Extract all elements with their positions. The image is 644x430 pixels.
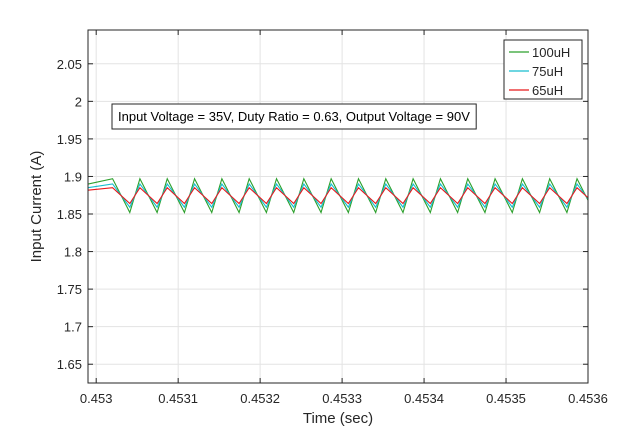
x-axis-label: Time (sec) <box>303 410 373 427</box>
x-tick-label: 0.4536 <box>568 391 608 406</box>
x-tick-label: 0.453 <box>80 391 113 406</box>
series-lines <box>87 177 589 214</box>
chart: 0.453 0.4531 0.4532 0.4533 0.4534 0.4535 0.453… <box>28 29 608 427</box>
y-axis-label: Input Current (A) <box>28 151 45 263</box>
y-tick-label: 1.9 <box>64 169 82 184</box>
series-line-100uH <box>87 177 589 214</box>
annotation-box: Input Voltage = 35V, Duty Ratio = 0.63, … <box>111 103 477 130</box>
legend: 100uH 75uH 65uH <box>503 39 583 100</box>
y-tick-label: 2.05 <box>57 57 82 72</box>
x-tick-label: 0.4534 <box>404 391 444 406</box>
legend-label-65uH: 65uH <box>532 83 563 98</box>
series-line-75uH <box>87 182 589 209</box>
y-tick-label: 1.95 <box>57 132 82 147</box>
x-tick-label: 0.4531 <box>158 391 198 406</box>
x-tick-label: 0.4535 <box>486 391 526 406</box>
x-tick-label: 0.4532 <box>240 391 280 406</box>
y-tick-label: 1.75 <box>57 282 82 297</box>
legend-label-75uH: 75uH <box>532 64 563 79</box>
y-tick-label: 1.85 <box>57 207 82 222</box>
y-tick-label: 2 <box>75 94 82 109</box>
y-tick-label: 1.65 <box>57 357 82 372</box>
y-tick-label: 1.8 <box>64 245 82 260</box>
annotation-text: Input Voltage = 35V, Duty Ratio = 0.63, … <box>118 109 470 124</box>
legend-label-100uH: 100uH <box>532 45 570 60</box>
series-line-65uH <box>87 186 589 205</box>
x-tick-label: 0.4533 <box>322 391 362 406</box>
y-tick-label: 1.7 <box>64 320 82 335</box>
